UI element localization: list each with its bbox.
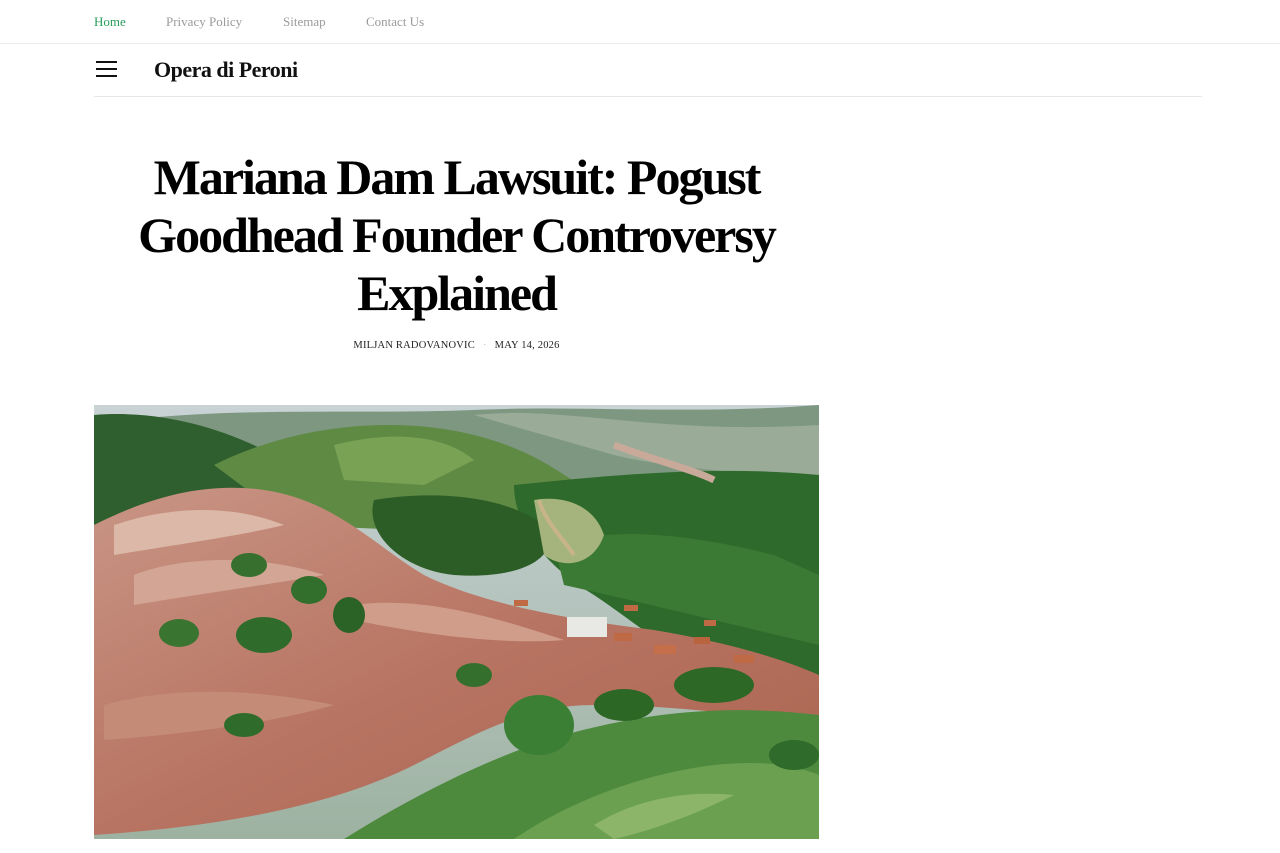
nav-link-contact-us[interactable]: Contact Us — [366, 14, 424, 30]
site-logo-text[interactable]: Opera di Peroni — [154, 57, 298, 83]
meta-separator: · — [482, 340, 487, 351]
featured-image-illustration — [94, 405, 819, 839]
article-title-line: Goodhead Founder Controversy — [138, 207, 777, 263]
nav-link-privacy-policy[interactable]: Privacy Policy — [166, 14, 242, 30]
author-link[interactable]: MILJAN RADOVANOVIC — [353, 340, 475, 351]
featured-image — [94, 405, 819, 839]
article-meta: MILJAN RADOVANOVIC · MAY 14, 2026 — [94, 340, 819, 351]
publish-date: MAY 14, 2026 — [494, 340, 560, 351]
hamburger-menu-icon[interactable] — [96, 61, 118, 79]
nav-link-sitemap[interactable]: Sitemap — [283, 14, 326, 30]
article-title-line: Mariana Dam Lawsuit: Pogust — [153, 149, 762, 205]
article-title-line: Explained — [357, 265, 558, 321]
site-header: Opera di Peroni — [94, 44, 1202, 97]
article-title: Mariana Dam Lawsuit: Pogust Goodhead Fou… — [94, 148, 819, 322]
nav-link-home[interactable]: Home — [94, 14, 126, 30]
top-navigation: Home Privacy Policy Sitemap Contact Us — [0, 0, 1280, 44]
